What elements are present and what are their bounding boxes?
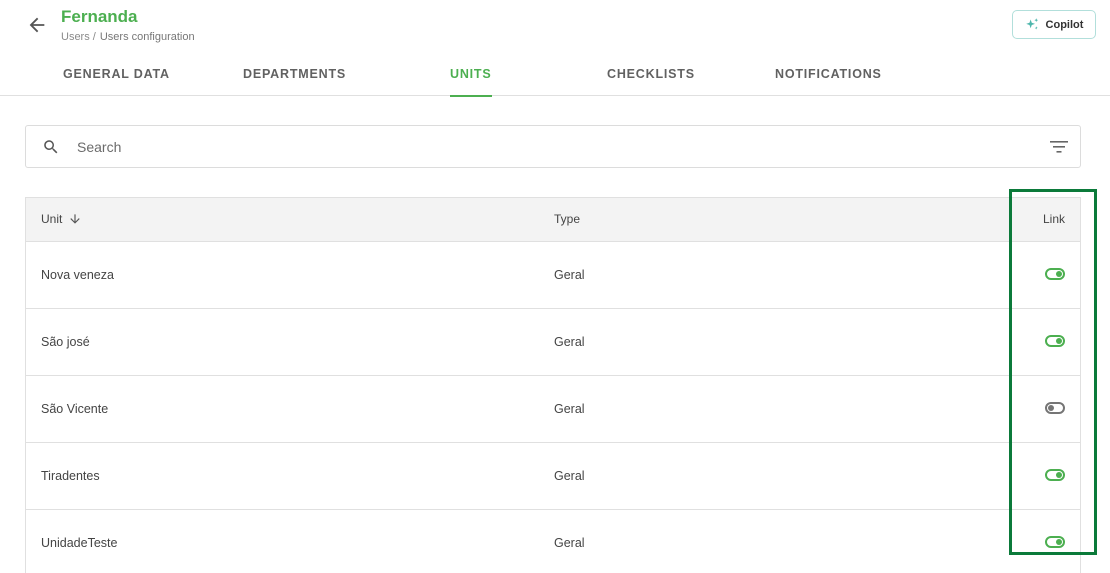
toggle-knob [1048, 405, 1054, 411]
unit-name: Tiradentes [41, 469, 100, 483]
column-header-type: Type [554, 212, 580, 226]
unit-type: Geral [554, 268, 585, 282]
breadcrumb: Users / Users configuration [61, 31, 195, 43]
column-header-unit[interactable]: Unit [41, 212, 82, 226]
page-title: Fernanda [61, 7, 138, 26]
unit-name: São Vicente [41, 402, 109, 416]
search-icon [44, 140, 58, 154]
link-toggle[interactable] [1045, 268, 1065, 280]
table-body: Nova veneza Geral São josé Geral São Vicente… [26, 242, 1080, 573]
toggle-knob [1056, 271, 1062, 277]
link-toggle[interactable] [1045, 402, 1065, 414]
table-row: São Vicente Geral [26, 376, 1080, 443]
toggle-knob [1056, 338, 1062, 344]
column-unit-label: Unit [41, 212, 63, 226]
unit-type: Geral [554, 536, 585, 550]
link-toggle[interactable] [1045, 536, 1065, 548]
column-header-link: Link [1043, 212, 1065, 226]
page-header: Fernanda Users / Users configuration Cop… [0, 0, 1110, 97]
search-input[interactable] [77, 136, 1017, 158]
unit-name: Nova veneza [41, 268, 114, 282]
breadcrumb-item-users[interactable]: Users / [61, 31, 96, 43]
column-type-label: Type [554, 212, 581, 226]
unit-name: UnidadeTeste [41, 536, 118, 550]
unit-type: Geral [554, 335, 585, 349]
tab-checklists[interactable]: CHECKLISTS [607, 60, 695, 96]
unit-type: Geral [554, 402, 585, 416]
filter-icon[interactable] [1049, 139, 1069, 155]
tab-general-data[interactable]: GENERAL DATA [63, 60, 170, 96]
table-row: Nova veneza Geral [26, 242, 1080, 309]
tab-notifications[interactable]: NOTIFICATIONS [775, 60, 882, 96]
arrow-down-icon [70, 214, 81, 224]
table-row: São josé Geral [26, 309, 1080, 376]
arrow-left-icon[interactable] [26, 14, 48, 36]
sparkle-icon [1025, 18, 1038, 30]
table-row: Tiradentes Geral [26, 443, 1080, 510]
table-row: UnidadeTeste Geral [26, 510, 1080, 573]
search-bar [25, 125, 1081, 168]
toggle-knob [1056, 472, 1062, 478]
link-toggle[interactable] [1045, 469, 1065, 481]
units-table: Unit Type Link Nova veneza Geral São josé G… [25, 197, 1081, 573]
table-header: Unit Type Link [26, 198, 1080, 242]
copilot-label: Copilot [1045, 18, 1084, 31]
tab-departments[interactable]: DEPARTMENTS [243, 60, 346, 96]
tab-bar: GENERAL DATA DEPARTMENTS UNITS CHECKLIST… [0, 60, 1110, 97]
breadcrumb-item-users-configuration: Users configuration [99, 31, 195, 43]
copilot-button[interactable]: Copilot [1012, 10, 1096, 39]
column-link-label: Link [1043, 212, 1066, 226]
tab-units[interactable]: UNITS [450, 60, 492, 97]
unit-type: Geral [554, 469, 585, 483]
link-toggle[interactable] [1045, 335, 1065, 347]
unit-name: São josé [41, 335, 90, 349]
toggle-knob [1056, 539, 1062, 545]
